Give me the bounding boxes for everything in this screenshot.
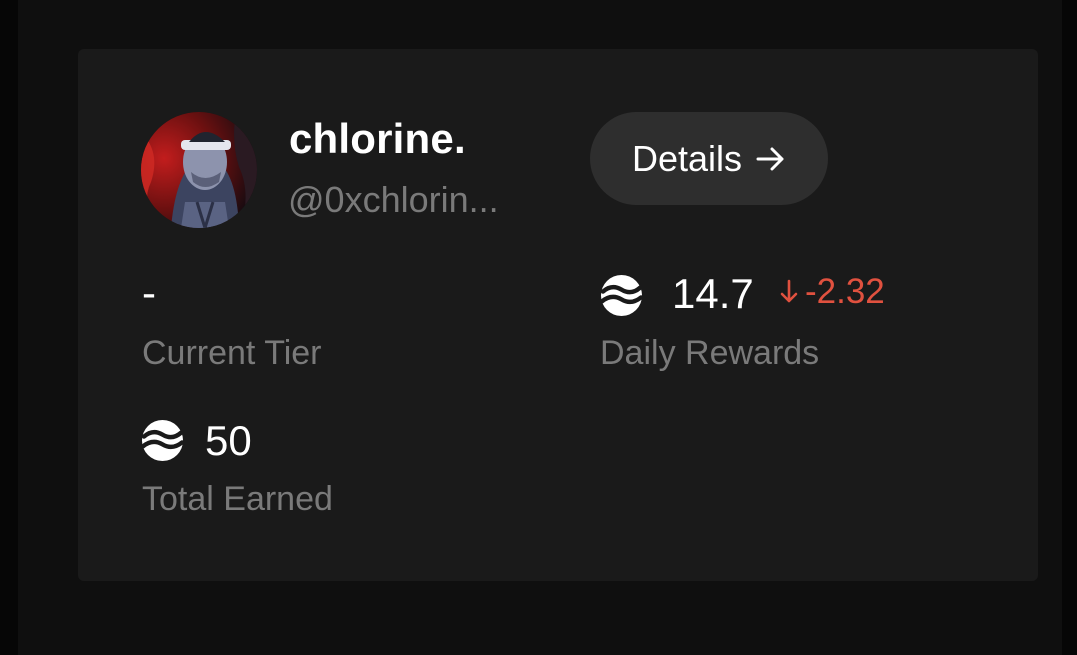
daily-rewards-value: 14.7 <box>672 270 754 317</box>
arrow-right-icon <box>756 147 784 170</box>
arrow-down-icon <box>780 279 798 303</box>
daily-rewards-change-value: -2.32 <box>805 272 885 311</box>
details-button[interactable]: Details <box>590 112 828 205</box>
profile-rewards-card: chlorine. @0xchlorin... Details - Curren… <box>78 49 1038 581</box>
token-icon <box>141 419 184 462</box>
avatar <box>141 112 257 228</box>
display-name: chlorine. <box>289 115 466 162</box>
token-icon <box>600 274 643 317</box>
current-tier-value: - <box>142 269 156 316</box>
avatar-image <box>141 112 257 228</box>
total-earned-label: Total Earned <box>142 480 333 518</box>
daily-rewards-label: Daily Rewards <box>600 334 820 372</box>
total-earned-value: 50 <box>205 417 252 464</box>
rewards-panel: chlorine. @0xchlorin... Details - Curren… <box>18 0 1062 655</box>
daily-rewards-change: -2.32 <box>779 270 885 314</box>
details-button-label: Details <box>631 137 743 179</box>
user-handle: @0xchlorin... <box>288 179 499 220</box>
current-tier-label: Current Tier <box>142 334 322 372</box>
